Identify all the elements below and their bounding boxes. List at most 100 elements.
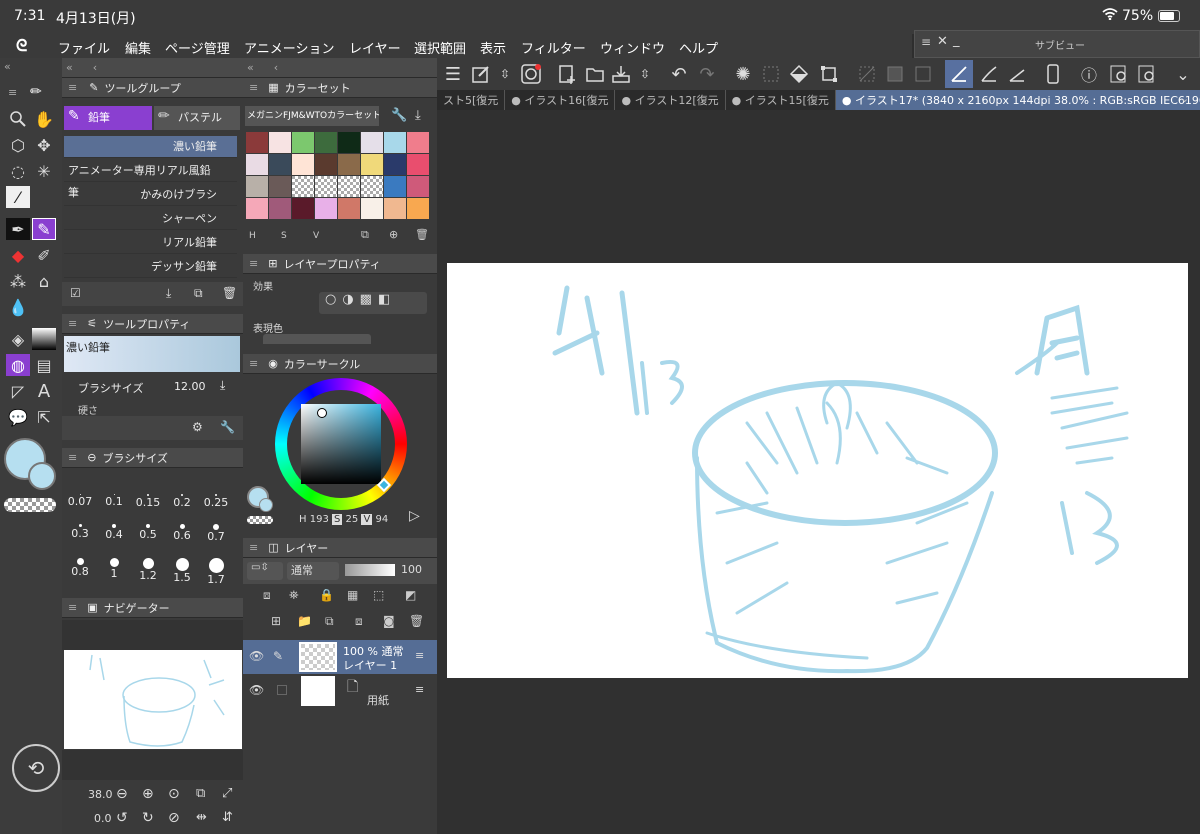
flip-vertical-icon[interactable]: ⇵ [222, 810, 233, 825]
settings-icon[interactable]: ⚙ [192, 420, 203, 434]
menu-filter[interactable]: フィルター [521, 38, 586, 57]
chevron-down-icon[interactable]: ⌄ [1171, 62, 1195, 86]
fill-tool-icon[interactable]: ◈ [6, 328, 30, 350]
grip-icon[interactable]: ≡ [249, 81, 258, 94]
device-icon[interactable] [1041, 62, 1065, 86]
search-icon[interactable] [1107, 62, 1131, 86]
actual-size-icon[interactable]: ⧉ [196, 786, 205, 801]
help-icon[interactable]: ⓘ [1077, 62, 1101, 86]
clear-icon[interactable] [759, 62, 783, 86]
color-picker-handle[interactable] [317, 408, 327, 418]
save-icon[interactable] [609, 62, 633, 86]
pen-icon[interactable]: ✒ [6, 218, 30, 240]
color-swatch[interactable] [246, 154, 268, 175]
open-folder-icon[interactable] [583, 62, 607, 86]
transparent-color-swatch[interactable] [4, 498, 56, 512]
deselect-icon[interactable] [855, 62, 879, 86]
brush-size-preset[interactable]: 1.5 [166, 558, 198, 584]
search-doc-icon[interactable] [1135, 62, 1159, 86]
mask-icon[interactable]: ◙ [383, 614, 395, 628]
colorset-dropdown[interactable]: メガニンFJM&WTOカラーセット [245, 106, 379, 126]
menu-file[interactable]: ファイル [58, 38, 110, 57]
lasso-icon[interactable]: ◌ [6, 160, 30, 182]
grip-icon[interactable]: ≡ [68, 317, 77, 330]
color-swatch[interactable] [246, 132, 268, 153]
add-color-icon[interactable]: ⧉ [361, 228, 369, 242]
smoothing-icon[interactable] [1005, 62, 1029, 86]
color-swatch[interactable] [246, 198, 268, 219]
brush-size-preset[interactable]: 0.3 [64, 524, 96, 540]
ruler-icon[interactable]: ◸ [6, 380, 30, 402]
menu-selection[interactable]: 選択範囲 [414, 38, 466, 57]
mask-icon[interactable]: ⬚ [373, 588, 384, 602]
tab-document[interactable]: ● イラスト12[復元 [615, 90, 726, 110]
menu-icon[interactable]: ☰ [441, 62, 465, 86]
effect-buttons[interactable]: ○◑▩◧ [319, 292, 427, 314]
layer-row[interactable]: 👁 ✎ 100 % 通常 レイヤー 1 ≡ [243, 640, 437, 674]
redo-icon[interactable]: ↷ [695, 62, 719, 86]
eye-icon[interactable]: 👁 [249, 683, 264, 697]
menu-page[interactable]: ページ管理 [165, 38, 230, 57]
brush-stabilize-icon[interactable] [977, 62, 1001, 86]
new-raster-layer-icon[interactable]: ⊞ [271, 614, 281, 628]
brush-size-preset[interactable]: 0.07 [64, 494, 96, 508]
merge-down-icon[interactable]: ⧈ [355, 614, 363, 629]
lock-transparency-icon[interactable]: ▦ [347, 588, 358, 602]
brush-item[interactable]: アニメーター専用リアル風鉛筆 [64, 160, 237, 199]
loading-icon[interactable]: ✺ [731, 62, 755, 86]
reference-icon[interactable]: ⛯ [289, 588, 299, 603]
brush-size-preset[interactable]: 0.5 [132, 524, 164, 541]
color-swatch[interactable] [269, 198, 291, 219]
grip-icon[interactable]: ≡ [249, 357, 258, 370]
selection-icon[interactable] [911, 62, 935, 86]
grip-icon[interactable]: ≡ [68, 601, 77, 614]
flip-horizontal-icon[interactable]: ⇹ [196, 810, 207, 825]
color-swatch[interactable] [361, 176, 383, 197]
color-swatch[interactable] [407, 176, 429, 197]
fill-icon[interactable] [787, 62, 811, 86]
eraser-icon[interactable]: ◆ [6, 244, 30, 266]
copy-icon[interactable]: ⧉ [194, 286, 203, 301]
color-swatch[interactable] [384, 176, 406, 197]
tab-document[interactable]: ● イラスト15[復元 [726, 90, 836, 110]
text-icon[interactable]: A [32, 380, 56, 402]
clip-studio-app-icon[interactable] [519, 62, 543, 86]
color-swatch[interactable] [315, 176, 337, 197]
menu-edit[interactable]: 編集 [125, 38, 151, 57]
brush-size-preset[interactable]: 0.1 [98, 494, 130, 508]
pen-pressure-icon[interactable] [945, 60, 973, 88]
sub-color-swatch[interactable] [259, 498, 273, 512]
magic-wand-icon[interactable]: ✳ [32, 160, 56, 182]
brush-size-preset[interactable]: 0.7 [200, 524, 232, 543]
play-icon[interactable]: ▷ [409, 508, 420, 524]
updown-icon[interactable]: ⇳ [493, 62, 517, 86]
hardness-row[interactable]: 硬さ [62, 400, 243, 417]
checkbox[interactable] [277, 685, 287, 695]
color-swatch[interactable] [269, 132, 291, 153]
brush-item[interactable]: かみのけブラシ [64, 184, 237, 206]
grip-icon[interactable]: ≡ [921, 35, 931, 49]
download-icon[interactable]: ⤓ [415, 108, 421, 123]
object-icon[interactable]: ⬡ [6, 134, 30, 156]
brush-size-preset[interactable]: 0.8 [64, 558, 96, 578]
menu-view[interactable]: 表示 [480, 38, 506, 57]
copy-layer-icon[interactable]: ⧉ [325, 614, 334, 629]
transparent-color-swatch[interactable] [247, 516, 273, 524]
color-swatch[interactable] [246, 176, 268, 197]
color-swatch[interactable] [384, 198, 406, 219]
color-swatch[interactable] [292, 198, 314, 219]
menu-window[interactable]: ウィンドウ [600, 38, 665, 57]
color-swatch[interactable] [361, 154, 383, 175]
hue-ring[interactable] [275, 378, 407, 510]
brush-size-preset[interactable]: 0.25 [200, 494, 232, 509]
new-file-icon[interactable] [555, 62, 579, 86]
canvas-paper[interactable] [447, 263, 1188, 678]
clip-icon[interactable]: ⧈ [263, 588, 271, 603]
reset-rotation-icon[interactable]: ⊘ [168, 810, 180, 826]
trash-icon[interactable]: 🗑 [415, 228, 429, 241]
layer-row[interactable]: 👁 🗋 用紙 ≡ [243, 674, 437, 708]
brush-item[interactable]: 濃い鉛筆 [64, 136, 237, 158]
color-swatch[interactable] [338, 154, 360, 175]
zoom-icon[interactable] [6, 108, 30, 130]
color-swatch[interactable] [407, 198, 429, 219]
